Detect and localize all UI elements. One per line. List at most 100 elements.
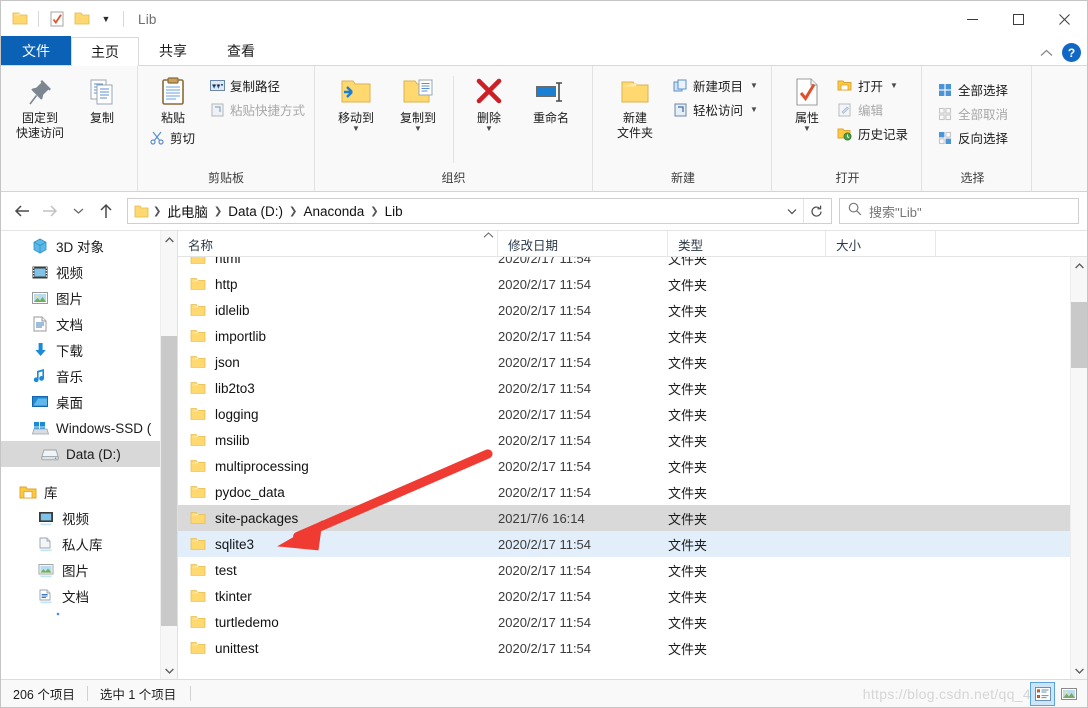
breadcrumb-separator[interactable]: ❯ [213,200,223,222]
large-icons-view-button[interactable] [1056,682,1081,706]
chevron-up-icon[interactable] [1040,46,1053,60]
sidebar-item-library-pictures[interactable]: 图片 [1,557,177,583]
table-row-sqlite3[interactable]: sqlite3 2020/2/17 11:54 文件夹 [178,531,1087,557]
table-row[interactable]: unittest 2020/2/17 11:54 文件夹 [178,635,1087,661]
breadcrumb[interactable]: ❯ 此电脑 ❯ Data (D:) ❯ Anaconda ❯ Lib [127,198,832,224]
table-row-site-packages[interactable]: site-packages 2021/7/6 16:14 文件夹 [178,505,1087,531]
move-to-button[interactable]: 移动到 ▼ [325,70,387,133]
new-item-button[interactable]: 新建项目 ▼ [667,74,763,97]
details-view-button[interactable] [1030,682,1055,706]
select-none-button[interactable]: 全部取消 [932,102,1013,125]
help-button[interactable]: ? [1062,43,1081,62]
tab-share[interactable]: 共享 [139,36,207,65]
table-row[interactable]: test 2020/2/17 11:54 文件夹 [178,557,1087,583]
open-button[interactable]: 打开 ▼ [832,74,913,97]
column-header-type[interactable]: 类型 [668,231,826,257]
table-row[interactable]: logging 2020/2/17 11:54 文件夹 [178,401,1087,427]
table-row[interactable]: pydoc_data 2020/2/17 11:54 文件夹 [178,479,1087,505]
scroll-down-icon[interactable] [161,662,177,679]
rename-button[interactable]: 重命名 [520,70,582,126]
properties-button[interactable]: 属性 ▼ [782,70,832,133]
sidebar-item-3d-objects[interactable]: 3D 对象 [1,233,177,259]
recent-locations-button[interactable] [65,198,91,224]
tab-home[interactable]: 主页 [71,37,139,66]
edit-button[interactable]: 编辑 [832,98,913,121]
table-row[interactable]: http 2020/2/17 11:54 文件夹 [178,271,1087,297]
sidebar-item-pictures[interactable]: 图片 [1,285,177,311]
paste-shortcut-button[interactable]: 粘贴快捷方式 [204,98,310,121]
breadcrumb-dropdown-icon[interactable] [781,199,803,223]
file-list-scroll-track[interactable] [1071,274,1087,662]
breadcrumb-separator[interactable]: ❯ [369,200,379,222]
select-all-button[interactable]: 全部选择 [932,78,1013,101]
table-row[interactable]: multiprocessing 2020/2/17 11:54 文件夹 [178,453,1087,479]
navigation-scroll-thumb[interactable] [161,336,177,626]
column-header-size[interactable]: 大小 [826,231,936,257]
sidebar-item-libraries[interactable]: 库 [1,479,177,505]
column-header-date[interactable]: 修改日期 [498,231,668,257]
pin-to-quick-access-button[interactable]: 固定到 快速访问 [9,70,71,141]
table-row[interactable]: importlib 2020/2/17 11:54 文件夹 [178,323,1087,349]
table-row[interactable]: lib2to3 2020/2/17 11:54 文件夹 [178,375,1087,401]
breadcrumb-item-data-d[interactable]: Data (D:) [223,200,288,222]
chevron-down-icon[interactable]: ▼ [750,81,758,90]
scroll-down-icon[interactable] [1071,662,1087,679]
new-folder-icon[interactable] [73,10,91,28]
chevron-down-icon[interactable]: ▼ [890,81,898,90]
copy-path-button[interactable]: 复制路径 [204,74,310,97]
breadcrumb-separator[interactable]: ❯ [288,200,298,222]
navigation-scroll-track[interactable] [161,248,177,662]
tab-view[interactable]: 查看 [207,36,275,65]
table-row[interactable]: tkinter 2020/2/17 11:54 文件夹 [178,583,1087,609]
copy-button[interactable]: 复制 [71,70,133,126]
sidebar-item-videos[interactable]: 视频 [1,259,177,285]
table-row[interactable]: idlelib 2020/2/17 11:54 文件夹 [178,297,1087,323]
properties-icon[interactable] [48,10,66,28]
folder-icon[interactable] [11,10,29,28]
chevron-down-icon[interactable]: ▼ [803,125,811,133]
sidebar-item-library-private[interactable]: 私人库 [1,531,177,557]
up-button[interactable] [93,198,119,224]
refresh-button[interactable] [803,199,829,223]
chevron-down-icon[interactable]: ▼ [485,125,493,133]
new-folder-button[interactable]: 新建 文件夹 [603,70,667,141]
table-row[interactable]: turtledemo 2020/2/17 11:54 文件夹 [178,609,1087,635]
sidebar-item-data-d[interactable]: Data (D:) [1,441,177,467]
back-button[interactable] [9,198,35,224]
sidebar-item-documents[interactable]: 文档 [1,311,177,337]
search-input[interactable]: 搜索"Lib" [869,202,922,221]
table-row[interactable]: msilib 2020/2/17 11:54 文件夹 [178,427,1087,453]
chevron-down-icon[interactable]: ▼ [98,11,114,27]
table-row[interactable]: json 2020/2/17 11:54 文件夹 [178,349,1087,375]
column-header-name[interactable]: 名称 [178,231,498,257]
cut-button[interactable]: 剪切 [144,126,204,149]
chevron-down-icon[interactable]: ▼ [414,125,422,133]
forward-button[interactable] [37,198,63,224]
sidebar-item-library-videos[interactable]: 视频 [1,505,177,531]
chevron-down-icon[interactable]: ▼ [352,125,360,133]
scroll-up-icon[interactable] [1071,257,1087,274]
scroll-up-icon[interactable] [161,231,177,248]
sidebar-item-windows-ssd[interactable]: Windows-SSD ( [1,415,177,441]
sidebar-item-desktop[interactable]: 桌面 [1,389,177,415]
search-box[interactable]: 搜索"Lib" [839,198,1079,224]
navigation-scrollbar[interactable] [160,231,177,679]
breadcrumb-item-anaconda[interactable]: Anaconda [298,200,369,222]
copy-to-button[interactable]: 复制到 ▼ [387,70,449,133]
chevron-down-icon[interactable]: ▼ [750,105,758,114]
breadcrumb-item-lib[interactable]: Lib [380,200,408,222]
table-row[interactable]: html 2020/2/17 11:54 文件夹 [178,257,1087,271]
sidebar-item-music[interactable]: 音乐 [1,363,177,389]
maximize-button[interactable] [995,1,1041,37]
delete-button[interactable]: 删除 ▼ [458,70,520,133]
easy-access-button[interactable]: 轻松访问 ▼ [667,98,763,121]
tab-file[interactable]: 文件 [1,36,71,65]
invert-selection-button[interactable]: 反向选择 [932,126,1013,149]
sidebar-item-library-documents[interactable]: 文档 [1,583,177,609]
file-list-scroll-thumb[interactable] [1071,302,1087,368]
breadcrumb-item-this-pc[interactable]: 此电脑 [162,200,213,222]
history-button[interactable]: 历史记录 [832,122,913,145]
minimize-button[interactable] [949,1,995,37]
close-button[interactable] [1041,1,1087,37]
file-list-scrollbar[interactable] [1070,257,1087,679]
